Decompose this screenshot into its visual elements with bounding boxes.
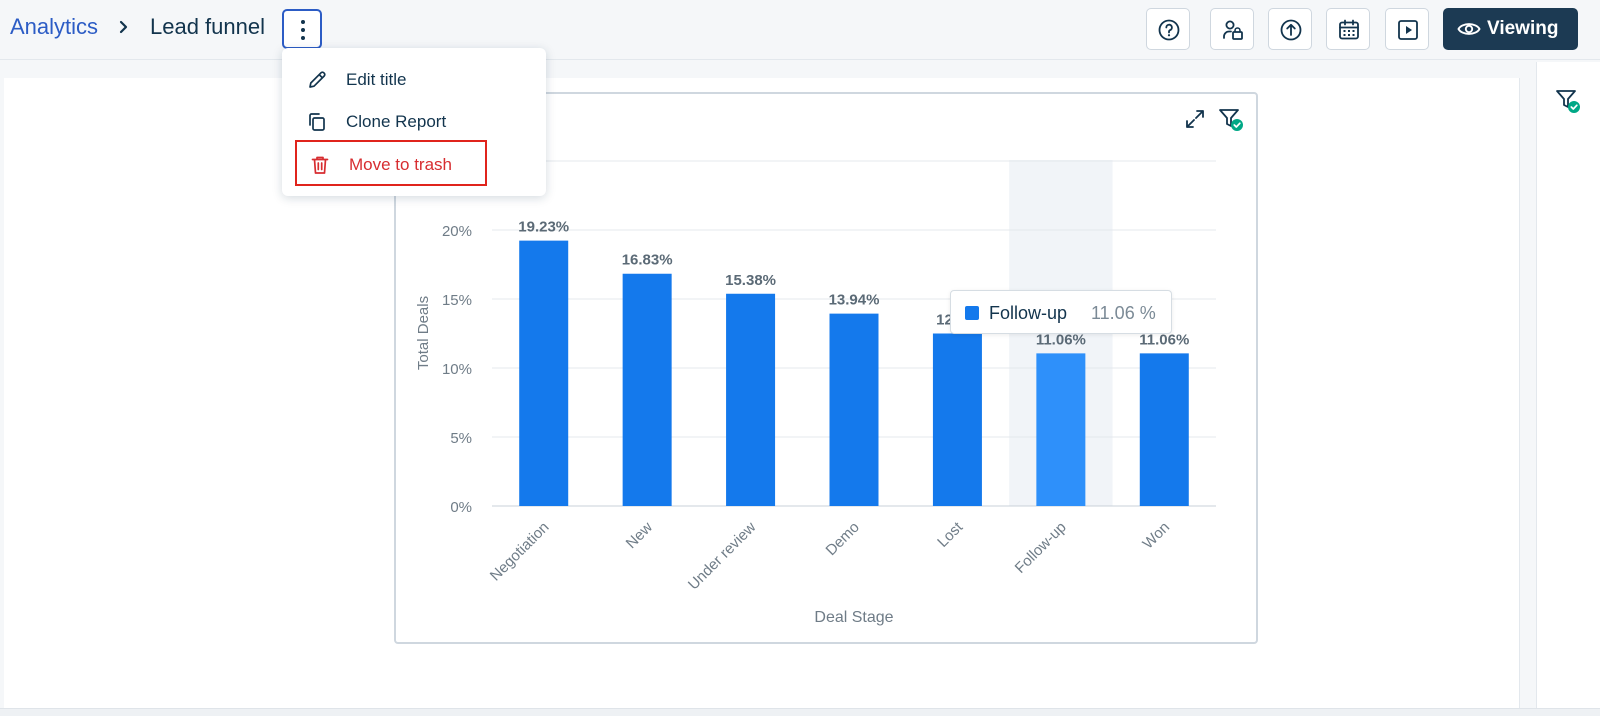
right-rail bbox=[1536, 62, 1600, 708]
copy-icon bbox=[309, 113, 325, 131]
menu-item-move-to-trash[interactable]: Move to trash bbox=[295, 140, 487, 186]
chart-filter-button[interactable] bbox=[1216, 104, 1246, 134]
upload-icon bbox=[1280, 19, 1302, 41]
schedule-button[interactable] bbox=[1326, 8, 1370, 50]
tooltip-series-name: Follow-up bbox=[989, 303, 1068, 323]
kebab-dot-icon bbox=[301, 36, 305, 40]
tooltip-swatch bbox=[965, 306, 979, 320]
menu-item-clone-report[interactable]: Clone Report bbox=[292, 102, 536, 140]
chart-tooltip: Follow-up 11.06 % bbox=[950, 290, 1172, 334]
chevron-right-icon bbox=[119, 20, 128, 34]
more-options-button[interactable] bbox=[282, 9, 322, 49]
share-button[interactable] bbox=[1210, 8, 1254, 50]
trash-icon bbox=[311, 156, 329, 174]
present-button[interactable] bbox=[1385, 8, 1429, 50]
options-menu: Edit title Clone Report Move to trash bbox=[282, 48, 546, 196]
bottom-strip bbox=[0, 708, 1600, 716]
breadcrumb-analytics-link[interactable]: Analytics bbox=[10, 14, 98, 40]
menu-item-edit-title[interactable]: Edit title bbox=[292, 60, 536, 98]
pencil-icon bbox=[309, 71, 326, 88]
expand-button[interactable] bbox=[1180, 104, 1210, 134]
play-icon bbox=[1398, 20, 1418, 40]
menu-item-label: Clone Report bbox=[346, 112, 447, 131]
filter-applied-icon bbox=[1219, 109, 1243, 131]
page-title: Lead funnel bbox=[150, 14, 265, 39]
menu-item-label: Edit title bbox=[346, 70, 407, 89]
eye-icon bbox=[1457, 23, 1481, 35]
menu-item-label: Move to trash bbox=[349, 155, 452, 174]
calendar-icon bbox=[1339, 19, 1359, 40]
tooltip-value: 11.06 % bbox=[1091, 303, 1156, 323]
users-icon bbox=[1223, 20, 1243, 40]
expand-icon bbox=[1186, 110, 1204, 128]
viewing-mode-button[interactable]: Viewing bbox=[1443, 8, 1578, 50]
help-button[interactable] bbox=[1146, 8, 1190, 50]
kebab-dot-icon bbox=[301, 28, 305, 32]
top-bar: Analytics Lead funnel Viewing bbox=[0, 0, 1600, 60]
kebab-dot-icon bbox=[301, 20, 305, 24]
viewing-label: Viewing bbox=[1487, 18, 1559, 39]
help-icon bbox=[1158, 19, 1180, 41]
export-button[interactable] bbox=[1268, 8, 1312, 50]
filter-applied-icon[interactable] bbox=[1555, 88, 1581, 114]
